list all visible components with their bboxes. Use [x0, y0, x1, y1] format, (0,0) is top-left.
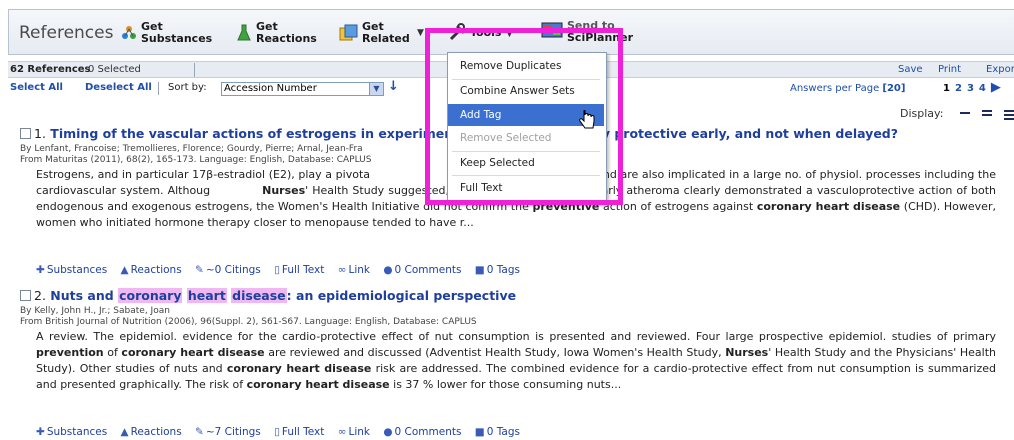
- page-link-4[interactable]: 4: [979, 83, 986, 94]
- substances-icon: [121, 24, 137, 46]
- hand-cursor-icon: [578, 109, 596, 136]
- reference-source: From British Journal of Nutrition (2006)…: [20, 317, 477, 327]
- tools-menu-button[interactable]: Tools ▼: [449, 14, 529, 52]
- reference-links: ✚ Substances ▲ Reactions ✎ ~7 Citings ▯ Full…: [36, 426, 530, 438]
- reactions-link[interactable]: ▲ Reactions: [121, 426, 182, 438]
- menu-separator: [452, 175, 600, 176]
- comments-link[interactable]: ● 0 Comments: [383, 264, 461, 276]
- comment-icon: ●: [383, 426, 393, 438]
- substances-icon: ✚: [36, 264, 45, 276]
- link-link[interactable]: ∞ Link: [338, 264, 370, 276]
- next-page-icon[interactable]: ▶: [991, 80, 1001, 95]
- reactions-link[interactable]: ▲ Reactions: [121, 264, 182, 276]
- substances-icon: ✚: [36, 426, 45, 438]
- reference-checkbox[interactable]: [20, 290, 31, 301]
- full-text-link[interactable]: ▯ Full Text: [274, 426, 324, 438]
- sort-by-select[interactable]: Accession Number ▼: [221, 82, 384, 96]
- document-icon: ▯: [274, 264, 280, 276]
- chevron-down-icon: ▼: [417, 28, 424, 38]
- reference-title[interactable]: 2. Nuts and coronary heart disease: an e…: [34, 288, 516, 303]
- send-to-sciplanner-button[interactable]: Send to SciPlanner: [541, 14, 651, 52]
- reference-authors: By Lenfant, Francoise; Tremollieres, Flo…: [20, 144, 363, 154]
- chain-link-icon: ∞: [337, 426, 347, 438]
- related-icon: [339, 24, 359, 46]
- page-link-3[interactable]: 3: [967, 83, 974, 94]
- document-icon: ▯: [274, 426, 280, 438]
- get-reactions-button[interactable]: Get Reactions: [237, 14, 327, 52]
- citings-icon: ✎: [195, 426, 204, 438]
- divider: [158, 82, 159, 95]
- print-link[interactable]: Print: [938, 62, 961, 78]
- export-link[interactable]: Export: [986, 62, 1014, 78]
- toolbar: References Get Substances Get Reactions Ge…: [8, 9, 1014, 55]
- menu-item-keep-selected[interactable]: Keep Selected: [448, 152, 604, 174]
- reference-authors: By Kelly, John H., Jr.; Sabate, Joan: [20, 306, 170, 316]
- display-options: Display:: [870, 107, 1014, 123]
- selected-count: 0 Selected: [88, 64, 141, 75]
- menu-item-combine-answer-sets[interactable]: Combine Answer Sets: [448, 80, 604, 102]
- comment-icon: ●: [383, 264, 393, 276]
- deselect-all-link[interactable]: Deselect All: [85, 80, 152, 96]
- full-text-link[interactable]: ▯ Full Text: [274, 264, 324, 276]
- page-title: References: [19, 23, 114, 43]
- flask-icon: [237, 24, 251, 46]
- link-link[interactable]: ∞ Link: [338, 426, 370, 438]
- reference-links: ✚ Substances ▲ Reactions ✎ ~0 Citings ▯ Full…: [36, 264, 530, 276]
- citings-icon: ✎: [195, 264, 204, 276]
- tag-icon: ■: [474, 426, 485, 438]
- menu-item-full-text[interactable]: Full Text: [448, 177, 604, 199]
- get-related-button[interactable]: Get Related ▼: [339, 14, 429, 52]
- display-medium-icon[interactable]: [982, 110, 992, 118]
- sort-by-label: Sort by:: [168, 82, 207, 93]
- flask-icon: ▲: [120, 264, 129, 276]
- page-link-2[interactable]: 2: [955, 83, 962, 94]
- tag-icon: ■: [474, 264, 485, 276]
- display-full-icon[interactable]: [1004, 110, 1014, 122]
- chevron-down-icon: ▼: [506, 29, 513, 39]
- references-window: References Get Substances Get Reactions Ge…: [0, 0, 1014, 440]
- display-compact-icon[interactable]: [960, 112, 970, 116]
- tags-link[interactable]: ■ 0 Tags: [475, 426, 520, 438]
- reference-count: 62 References: [10, 64, 91, 75]
- get-substances-button[interactable]: Get Substances: [121, 14, 212, 52]
- reference-checkbox[interactable]: [20, 128, 31, 139]
- chain-link-icon: ∞: [337, 264, 347, 276]
- substances-link[interactable]: ✚ Substances: [36, 426, 107, 438]
- reference-source: From Maturitas (2011), 68(2), 165-173. L…: [20, 155, 372, 165]
- sciplanner-icon: [541, 22, 563, 42]
- substances-link[interactable]: ✚ Substances: [36, 264, 107, 276]
- citings-link[interactable]: ✎ ~7 Citings: [195, 426, 261, 438]
- flask-icon: ▲: [120, 426, 129, 438]
- tags-link[interactable]: ■ 0 Tags: [475, 264, 520, 276]
- pagination: 1 2 3 4 ▶: [943, 80, 1006, 97]
- menu-item-remove-duplicates[interactable]: Remove Duplicates: [448, 55, 604, 77]
- sort-direction-icon[interactable]: ↓: [388, 79, 399, 95]
- tools-icon: [449, 23, 467, 45]
- page-link-1[interactable]: 1: [943, 83, 950, 94]
- display-label: Display:: [900, 107, 944, 120]
- chevron-down-icon: ▼: [369, 83, 383, 95]
- select-all-link[interactable]: Select All: [10, 80, 63, 96]
- save-link[interactable]: Save: [898, 62, 923, 78]
- divider: [194, 63, 195, 77]
- answers-per-page[interactable]: Answers per Page [20]: [790, 81, 905, 97]
- reference-abstract: A review. The epidemiol. evidence for th…: [36, 330, 996, 391]
- comments-link[interactable]: ● 0 Comments: [383, 426, 461, 438]
- citings-link[interactable]: ✎ ~0 Citings: [195, 264, 261, 276]
